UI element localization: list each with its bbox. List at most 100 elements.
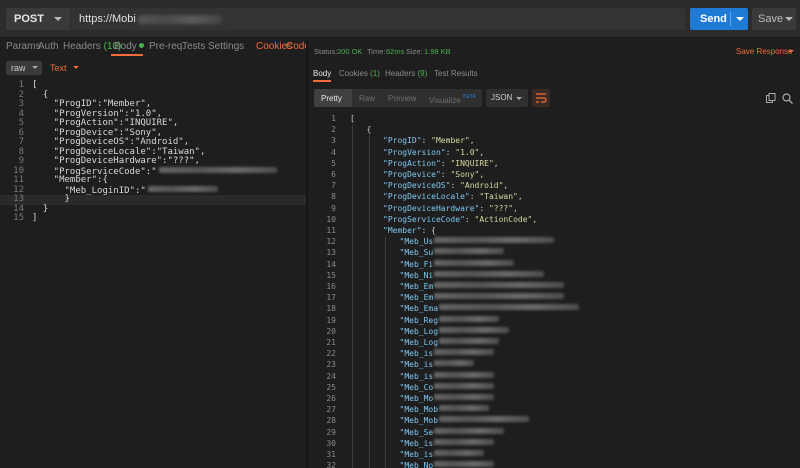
view-preview[interactable]: Preview bbox=[388, 94, 416, 103]
code-text: "ProgVersion":"1.0", bbox=[32, 108, 163, 119]
line-number: 23 bbox=[326, 360, 336, 370]
json-colon: : bbox=[469, 192, 480, 202]
response-tabs: Body Cookies (1) Headers (9) Test Result… bbox=[308, 67, 800, 83]
code-text: "ProgAction":"INQUIRE", bbox=[32, 118, 179, 128]
code-line: "Meb_Se bbox=[400, 427, 505, 438]
view-visualize[interactable]: Visualize BETA bbox=[429, 94, 476, 105]
time-value[interactable]: 62ms bbox=[386, 47, 404, 56]
size-value[interactable]: 1.98 KB bbox=[424, 47, 451, 56]
request-tabs: Params Auth Headers (10) Body Pre-req. T… bbox=[0, 39, 310, 55]
line-number: 27 bbox=[326, 405, 336, 415]
line-number: 8 bbox=[331, 192, 336, 202]
tab-headers[interactable]: Headers (10) bbox=[63, 41, 121, 52]
json-value: "???", bbox=[488, 203, 518, 213]
json-key: "Meb_Us bbox=[399, 237, 434, 247]
tab-tests[interactable]: Tests bbox=[182, 41, 205, 52]
code-text: "ProgDeviceOS":"Android", bbox=[32, 137, 190, 147]
request-body-line[interactable]: 9 "ProgDeviceHardware":"???", bbox=[0, 156, 306, 167]
code-line: "Meb_is bbox=[400, 449, 485, 460]
code-line: "ProgDeviceHardware":"???", bbox=[32, 156, 200, 167]
save-button[interactable]: Save bbox=[752, 8, 796, 30]
chevron-down-icon[interactable] bbox=[736, 17, 744, 21]
request-body-editor[interactable]: 1[2 {3 "ProgID":"Member", 4 "ProgVersion"… bbox=[0, 79, 306, 468]
response-body-line: 28 "Meb_Mob bbox=[308, 415, 800, 426]
code-text: "Member":{ bbox=[32, 175, 108, 185]
size-label: Size: bbox=[406, 47, 423, 56]
json-key: "ProgAction" bbox=[383, 158, 441, 168]
tab-response-body[interactable]: Body bbox=[313, 69, 331, 78]
json-key: "Meb_Ni bbox=[399, 270, 434, 280]
json-key: "Meb_is bbox=[399, 438, 434, 448]
json-value: "Taiwan", bbox=[479, 192, 523, 202]
json-colon: : bbox=[445, 147, 456, 157]
save-response-button[interactable]: Save Response bbox=[736, 47, 794, 56]
tab-settings[interactable]: Settings bbox=[208, 41, 244, 52]
json-key: "Meb_Log bbox=[399, 326, 439, 336]
json-key: "Meb_No bbox=[399, 461, 434, 468]
json-value: "1.0", bbox=[455, 147, 485, 157]
json-key: "Meb_Reg bbox=[399, 315, 439, 325]
line-number: 7 bbox=[331, 181, 336, 191]
response-body-line: 32 "Meb_No bbox=[308, 460, 800, 468]
redacted-value bbox=[147, 185, 218, 192]
line-number: 1 bbox=[331, 114, 336, 123]
response-body-line: 12 "Meb_Us bbox=[308, 236, 800, 247]
json-key: "Meb_Mob bbox=[399, 405, 439, 415]
wrap-lines-button[interactable] bbox=[532, 89, 550, 107]
tab-auth[interactable]: Auth bbox=[38, 41, 59, 52]
response-body-line: 6 "ProgDevice": "Sony", bbox=[308, 169, 800, 180]
copy-icon[interactable] bbox=[766, 93, 776, 103]
tab-test-results[interactable]: Test Results bbox=[434, 69, 478, 78]
tab-prereq[interactable]: Pre-req. bbox=[149, 41, 185, 52]
tab-response-cookies[interactable]: Cookies (1) bbox=[339, 69, 380, 78]
cookies-count: (1) bbox=[370, 69, 380, 78]
response-body-line: 1[ bbox=[308, 113, 800, 124]
json-colon: : bbox=[450, 181, 461, 191]
method-select[interactable]: POST bbox=[6, 8, 70, 30]
status-label: Status: bbox=[314, 47, 338, 56]
body-mode-bar: raw Text bbox=[0, 57, 306, 79]
request-body-line[interactable]: 14 } bbox=[0, 203, 306, 215]
code-line: "Meb_is bbox=[400, 348, 495, 359]
json-key: "ProgDeviceHardware" bbox=[383, 203, 480, 213]
code-line: "ProgDeviceOS": "Android", bbox=[383, 180, 508, 191]
method-label: POST bbox=[14, 13, 44, 25]
wrap-lines-icon bbox=[536, 93, 547, 103]
url-input[interactable]: https://Mobi bbox=[71, 8, 685, 30]
view-visualize-label: Visualize bbox=[429, 96, 461, 105]
code-line: "ProgVersion": "1.0", bbox=[383, 147, 484, 158]
body-mode-select[interactable]: raw bbox=[6, 61, 42, 75]
content-type-select[interactable]: Text bbox=[50, 63, 79, 73]
line-number: 10 bbox=[326, 214, 336, 224]
code-text: } bbox=[32, 203, 49, 214]
line-number: 9 bbox=[331, 203, 336, 213]
json-value: { bbox=[431, 226, 436, 235]
response-body-line: 19 "Meb_Reg bbox=[308, 315, 800, 326]
search-icon[interactable] bbox=[782, 93, 793, 104]
response-body-line: 18 "Meb_Ema bbox=[308, 303, 800, 314]
json-punctuation: { bbox=[366, 125, 372, 135]
tab-body[interactable]: Body bbox=[114, 41, 144, 52]
line-number: 18 bbox=[326, 304, 336, 314]
send-label: Send bbox=[700, 13, 727, 25]
view-pretty[interactable]: Pretty bbox=[321, 94, 342, 103]
redacted-value bbox=[434, 349, 495, 356]
response-body-line: 31 "Meb_is bbox=[308, 449, 800, 460]
tab-response-headers[interactable]: Headers (9) bbox=[385, 69, 427, 78]
json-key: "Meb_Se bbox=[399, 427, 434, 437]
status-value[interactable]: 200 OK bbox=[337, 47, 362, 56]
tab-params[interactable]: Params bbox=[6, 41, 40, 52]
redacted-value bbox=[434, 461, 495, 468]
response-body-viewer[interactable]: 1[2{3 "ProgID": "Member", 4 "ProgVersion": … bbox=[308, 113, 800, 468]
code-text: } bbox=[32, 194, 70, 204]
request-body-line[interactable]: 11 "Member":{ bbox=[0, 175, 306, 186]
request-pane: Params Auth Headers (10) Body Pre-req. T… bbox=[0, 39, 310, 468]
chevron-down-icon bbox=[788, 50, 794, 53]
send-button[interactable]: Send bbox=[690, 8, 748, 30]
response-body-line: 4 "ProgVersion": "1.0", bbox=[308, 147, 800, 158]
line-number: 28 bbox=[326, 416, 336, 426]
chevron-down-icon[interactable] bbox=[785, 17, 793, 21]
request-body-line[interactable]: 15] bbox=[0, 213, 306, 224]
format-select[interactable]: JSON bbox=[486, 89, 528, 107]
view-raw[interactable]: Raw bbox=[359, 94, 375, 103]
